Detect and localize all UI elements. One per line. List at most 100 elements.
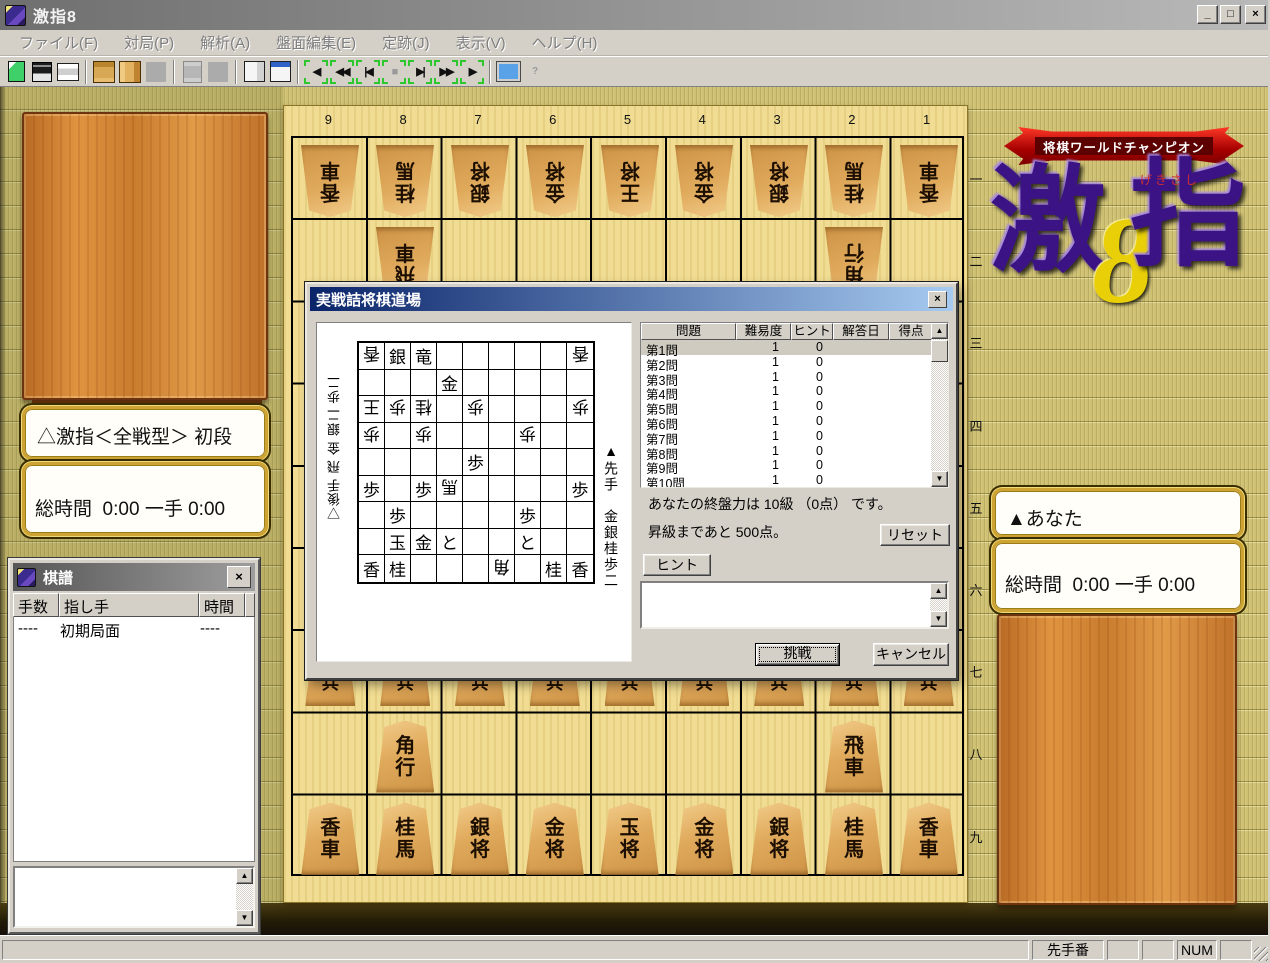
hint-area-scrollbar[interactable]: ▲ ▼ [930,583,947,627]
board-piece-玉将-59[interactable]: 玉将 [601,803,659,875]
menu-item-file[interactable]: ファイル(F) [6,29,111,56]
new-file-icon[interactable] [3,59,29,85]
problem-row-第3問[interactable]: 第3問10 [641,370,933,385]
board-diagram-icon[interactable] [91,59,117,85]
piece-window-icon[interactable] [241,59,267,85]
dialog-title-bar[interactable]: 実戦詰将棋道場 × [310,287,953,311]
hint-text-area[interactable]: ▲ ▼ [640,581,949,629]
logo-furigana: げきさし [1140,171,1200,188]
board-piece-王将-51[interactable]: 王将 [601,145,659,217]
scrollbar-thumb[interactable] [931,340,948,362]
board-piece-桂馬-21[interactable]: 桂馬 [825,145,883,217]
scroll-down-icon[interactable]: ▼ [931,471,948,487]
mini-board-piece-歩: 歩 [359,423,385,450]
menu-item-board-edit[interactable]: 盤面編集(E) [263,29,369,56]
board-piece-香車-11[interactable]: 香車 [900,145,958,217]
board-piece-香車-91[interactable]: 香車 [301,145,359,217]
problem-col-問題[interactable]: 問題 [641,323,736,340]
board-piece-桂馬-89[interactable]: 桂馬 [376,803,434,875]
kifu-title-bar[interactable]: 棋譜 × [13,563,255,591]
nav-forward-icon[interactable]: ▶ [459,59,485,85]
board-window-icon[interactable] [267,59,293,85]
board-piece-桂馬-29[interactable]: 桂馬 [825,803,883,875]
kifu-col-指し手[interactable]: 指し手 [59,593,199,617]
mini-board-cell [567,423,593,450]
nav-fast-back-icon[interactable]: ◀◀ [329,59,355,85]
save-icon[interactable] [29,59,55,85]
menu-item-joseki[interactable]: 定跡(J) [369,29,443,56]
problem-col-解答日[interactable]: 解答日 [833,323,889,340]
menu-item-view[interactable]: 表示(V) [443,29,519,56]
kifu-col-時間[interactable]: 時間 [199,593,245,617]
kifu-close-button[interactable]: × [227,566,251,588]
board-piece-銀将-39[interactable]: 銀将 [750,803,808,875]
kifu-row[interactable]: ----初期局面---- [14,617,254,641]
problem-col-得点[interactable]: 得点 [889,323,933,340]
problem-row-第1問[interactable]: 第1問10 [641,340,933,355]
minimize-button[interactable]: _ [1197,5,1218,24]
board-piece-金将-61[interactable]: 金将 [526,145,584,217]
problem-table[interactable]: 問題難易度ヒント解答日得点 第1問10第2問10第3問10第4問10第5問10第… [640,322,949,488]
dialog-close-button[interactable]: × [928,291,947,308]
problem-row-第2問[interactable]: 第2問10 [641,355,933,370]
board-piece-飛車-28[interactable]: 飛車 [825,721,883,793]
problem-row-第4問[interactable]: 第4問10 [641,384,933,399]
board-piece-銀将-31[interactable]: 銀将 [750,145,808,217]
problem-row-第7問[interactable]: 第7問10 [641,429,933,444]
problem-row-第9問[interactable]: 第9問10 [641,458,933,473]
board-edit-icon[interactable] [117,59,143,85]
scroll-down-icon[interactable]: ▼ [930,611,947,627]
maximize-button[interactable]: □ [1220,5,1241,24]
problem-row-第10問[interactable]: 第10問10 [641,473,933,487]
problem-table-body[interactable]: 第1問10第2問10第3問10第4問10第5問10第6問10第7問10第8問10… [641,340,933,487]
board-piece-金将-41[interactable]: 金将 [675,145,733,217]
problem-col-難易度[interactable]: 難易度 [736,323,791,340]
close-button[interactable]: × [1245,5,1266,24]
kifu-move-list[interactable]: ----初期局面---- [13,617,255,862]
board-piece-桂馬-81[interactable]: 桂馬 [376,145,434,217]
status-panel-NUM: NUM [1177,940,1217,960]
problem-table-scrollbar[interactable]: ▲ ▼ [931,323,948,487]
nav-last-icon[interactable]: ▶| [407,59,433,85]
toolbar-separator [235,60,237,84]
mini-board-cell [463,502,489,529]
scroll-up-icon[interactable]: ▲ [236,868,253,884]
nav-first-icon[interactable]: |◀ [355,59,381,85]
challenge-button[interactable]: 挑戦 [755,643,840,666]
kifu-comment-scrollbar[interactable]: ▲ ▼ [236,868,253,926]
menu-item-analysis[interactable]: 解析(A) [187,29,263,56]
problem-row-第6問[interactable]: 第6問10 [641,414,933,429]
resize-grip[interactable] [1254,947,1268,961]
mini-board-cell [515,343,541,370]
mini-board-cell [463,423,489,450]
problem-col-ヒント[interactable]: ヒント [791,323,833,340]
board-piece-銀将-79[interactable]: 銀将 [451,803,509,875]
scroll-up-icon[interactable]: ▲ [930,583,947,599]
problem-table-header[interactable]: 問題難易度ヒント解答日得点 [641,323,948,340]
scroll-up-icon[interactable]: ▲ [931,323,948,339]
board-piece-金将-69[interactable]: 金将 [526,803,584,875]
board-piece-金将-49[interactable]: 金将 [675,803,733,875]
menu-item-play[interactable]: 対局(P) [111,29,187,56]
analysis-monitor-icon[interactable] [495,59,521,85]
board-piece-香車-99[interactable]: 香車 [301,803,359,875]
board-piece-銀将-71[interactable]: 銀将 [451,145,509,217]
nav-fast-forward-icon[interactable]: ▶▶ [433,59,459,85]
board-piece-角行-88[interactable]: 角行 [376,721,434,793]
board-piece-香車-19[interactable]: 香車 [900,803,958,875]
mini-board-piece-香: 香 [359,343,385,370]
print-icon[interactable] [55,59,81,85]
reset-button[interactable]: リセット [880,524,950,546]
mini-board-cell [541,529,567,556]
cancel-button[interactable]: キャンセル [873,643,949,666]
problem-row-第5問[interactable]: 第5問10 [641,399,933,414]
kifu-comment-box[interactable]: ▲ ▼ [13,866,255,928]
problem-row-第8問[interactable]: 第8問10 [641,444,933,459]
nav-back-icon[interactable]: ◀ [303,59,329,85]
tsume-mini-board: 香銀竜香金王歩桂歩歩歩歩歩歩歩歩馬歩歩歩玉金とと香桂角桂香 [357,341,595,584]
menu-item-help[interactable]: ヘルプ(H) [519,29,611,56]
mini-board-cell [515,370,541,397]
kifu-col-手数[interactable]: 手数 [13,593,59,617]
hint-button[interactable]: ヒント [643,554,711,576]
scroll-down-icon[interactable]: ▼ [236,910,253,926]
